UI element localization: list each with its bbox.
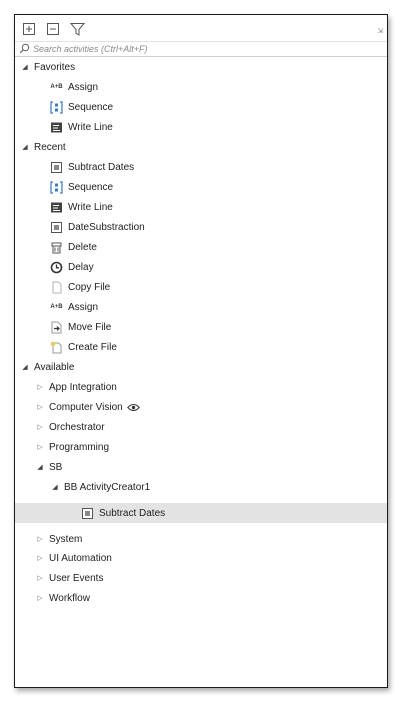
tree-item[interactable]: A+B Assign (15, 77, 387, 97)
tree-node-sb[interactable]: ◢ SB (15, 457, 387, 477)
eye-icon (126, 403, 140, 412)
collapsed-arrow-icon[interactable]: ▷ (35, 423, 45, 431)
tree-node-system[interactable]: ▷ System (15, 529, 387, 549)
filter-button[interactable] (69, 21, 85, 37)
tree-node-label: Workflow (49, 592, 90, 604)
tree-item-label: Copy File (68, 281, 111, 293)
tree-item[interactable]: Copy File (15, 277, 387, 297)
tree-node-orchestrator[interactable]: ▷ Orchestrator (15, 417, 387, 437)
tree-node-computer-vision[interactable]: ▷ Computer Vision (15, 397, 387, 417)
tree-node-recent[interactable]: ◢ Recent (15, 137, 387, 157)
tree-item-label: Sequence (68, 181, 114, 193)
tree-item-label: Write Line (68, 201, 113, 213)
search-icon (19, 43, 30, 54)
filter-icon (69, 22, 85, 36)
tree-item-label: DateSubstraction (68, 221, 145, 233)
search-input[interactable] (33, 42, 373, 55)
tree-node-ui-automation[interactable]: ▷ UI Automation (15, 548, 387, 568)
tree-node-bb-activitycreator1[interactable]: ◢ BB ActivityCreator1 (15, 477, 387, 497)
collapse-all-button[interactable] (45, 21, 61, 37)
tree-node-label: Orchestrator (49, 421, 105, 433)
tree-node-user-events[interactable]: ▷ User Events (15, 568, 387, 588)
delete-icon (50, 241, 63, 254)
search-bar (15, 41, 387, 57)
collapsed-arrow-icon[interactable]: ▷ (35, 554, 45, 562)
tree-item-label: Write Line (68, 121, 113, 133)
tree-item-label: Sequence (68, 101, 114, 113)
move-file-icon (50, 321, 63, 334)
tree-node-label: Available (34, 361, 75, 373)
tree-node-label: SB (49, 461, 63, 473)
copy-file-icon (50, 281, 63, 294)
expanded-arrow-icon[interactable]: ◢ (20, 363, 30, 371)
tree-item[interactable]: Delay (15, 257, 387, 277)
collapsed-arrow-icon[interactable]: ▷ (35, 574, 45, 582)
tree-node-label: UI Automation (49, 552, 112, 564)
tree-node-label: Computer Vision (49, 401, 123, 413)
assign-icon: A+B (50, 304, 63, 310)
tree-item-label: Delay (68, 261, 94, 273)
assign-icon: A+B (50, 84, 63, 90)
expanded-arrow-icon[interactable]: ◢ (20, 63, 30, 71)
collapsed-arrow-icon[interactable]: ▷ (35, 383, 45, 391)
panel-pin-icon[interactable]: ⇲ (377, 27, 383, 35)
expanded-arrow-icon[interactable]: ◢ (20, 143, 30, 151)
activity-icon (50, 221, 63, 234)
tree-item[interactable]: Sequence (15, 97, 387, 117)
tree-item[interactable]: A+B Assign (15, 297, 387, 317)
tree-item-label: Move File (68, 321, 112, 333)
tree-node-programming[interactable]: ▷ Programming (15, 437, 387, 457)
tree-item-label: Create File (68, 341, 117, 353)
tree-item[interactable]: Write Line (15, 197, 387, 217)
tree-item-label: Subtract Dates (68, 161, 135, 173)
tree-item-label: Assign (68, 301, 99, 313)
tree-item-label: Delete (68, 241, 97, 253)
tree-node-label: Programming (49, 441, 110, 453)
tree-item[interactable]: Create File (15, 337, 387, 357)
tree-node-workflow[interactable]: ▷ Workflow (15, 588, 387, 608)
activities-toolbar: ⇲ (15, 15, 387, 41)
tree-item[interactable]: Delete (15, 237, 387, 257)
write-line-icon (50, 201, 63, 214)
write-line-icon (50, 121, 63, 134)
tree-item[interactable]: DateSubstraction (15, 217, 387, 237)
tree-item-label: Subtract Dates (99, 507, 166, 519)
sequence-icon (50, 180, 63, 194)
collapsed-arrow-icon[interactable]: ▷ (35, 443, 45, 451)
clock-icon (50, 261, 63, 274)
tree-node-label: Favorites (34, 61, 76, 73)
tree-node-favorites[interactable]: ◢ Favorites (15, 57, 387, 77)
create-file-icon (50, 341, 63, 354)
tree-item-label: Assign (68, 81, 99, 93)
tree-node-label: Recent (34, 141, 66, 153)
tree-node-available[interactable]: ◢ Available (15, 357, 387, 377)
collapsed-arrow-icon[interactable]: ▷ (35, 594, 45, 602)
collapsed-arrow-icon[interactable]: ▷ (35, 403, 45, 411)
tree-node-label: App Integration (49, 381, 117, 393)
tree-node-app-integration[interactable]: ▷ App Integration (15, 377, 387, 397)
collapsed-arrow-icon[interactable]: ▷ (35, 535, 45, 543)
activity-icon (81, 507, 94, 520)
tree-item[interactable]: Move File (15, 317, 387, 337)
tree-item[interactable]: Sequence (15, 177, 387, 197)
expand-all-icon (23, 23, 35, 35)
sequence-icon (50, 100, 63, 114)
tree-item[interactable]: Write Line (15, 117, 387, 137)
activity-icon (50, 161, 63, 174)
tree-node-label: BB ActivityCreator1 (64, 481, 151, 493)
tree-node-label: System (49, 533, 83, 545)
tree-item[interactable]: Subtract Dates (15, 157, 387, 177)
expanded-arrow-icon[interactable]: ◢ (50, 483, 60, 491)
expand-all-button[interactable] (21, 21, 37, 37)
collapse-all-icon (47, 23, 59, 35)
activities-panel: ⇲ ◢ Favorites A+B Assign Sequence (14, 14, 388, 688)
expanded-arrow-icon[interactable]: ◢ (35, 463, 45, 471)
tree-item-selected[interactable]: Subtract Dates (15, 503, 387, 523)
tree-node-label: User Events (49, 572, 104, 584)
